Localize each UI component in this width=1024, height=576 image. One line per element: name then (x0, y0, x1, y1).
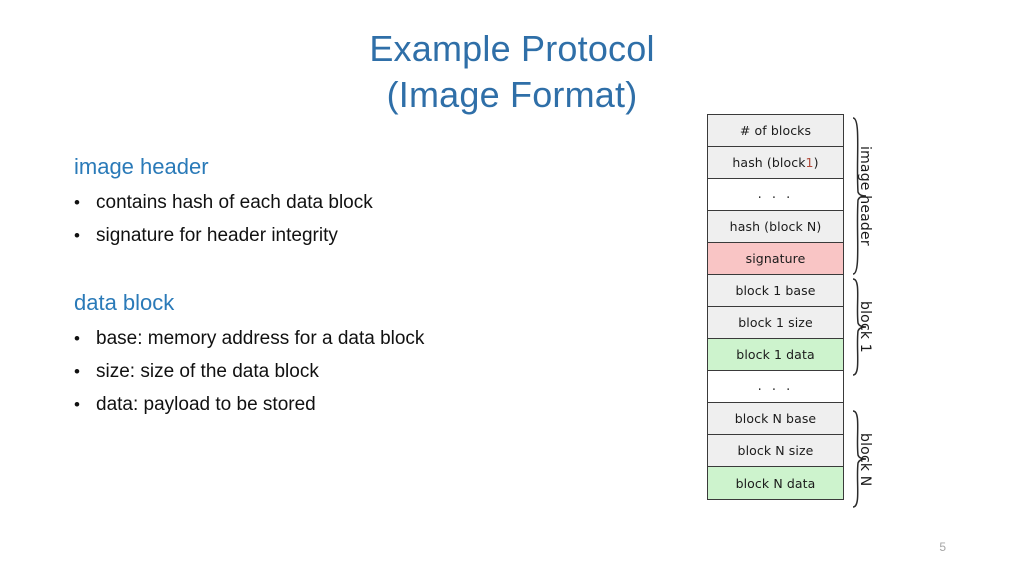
format-row: block N base (708, 403, 843, 435)
bullet-item: • base: memory address for a data block (74, 322, 654, 355)
format-row: # of blocks (708, 115, 843, 147)
group-heading-data-block: data block (74, 290, 175, 315)
bullet-text: contains hash of each data block (96, 192, 373, 213)
format-row: block 1 data (708, 339, 843, 371)
brace-label: image header (857, 146, 873, 246)
bullet-dot-icon: • (74, 329, 80, 348)
page-number: 5 (939, 540, 946, 554)
format-row: block N data (708, 467, 843, 499)
block-index-accent: 1 (805, 155, 814, 170)
content-group-image-header: image header • contains hash of each dat… (74, 152, 654, 252)
brace-label: block 1 (857, 301, 873, 353)
bullet-item: • size: size of the data block (74, 355, 654, 388)
bullet-item: • signature for header integrity (74, 219, 654, 252)
bullet-text: signature for header integrity (96, 225, 338, 246)
format-table: # of blocks hash (block 1). . . hash (bloc… (707, 114, 844, 500)
format-row: hash (block 1) (708, 147, 843, 179)
format-row: signature (708, 243, 843, 275)
page-title: Example Protocol (Image Format) (0, 26, 1024, 118)
bullet-dot-icon: • (74, 226, 80, 245)
format-row: block 1 base (708, 275, 843, 307)
bullet-dot-icon: • (74, 362, 80, 381)
format-row: block N size (708, 435, 843, 467)
bullet-text: data: payload to be stored (96, 394, 316, 415)
image-format-diagram: # of blocks hash (block 1). . . hash (bloc… (707, 114, 1007, 514)
content-body: image header • contains hash of each dat… (74, 152, 654, 443)
group-heading-image-header: image header (74, 154, 209, 179)
bullet-text: base: memory address for a data block (96, 328, 425, 349)
brace-label: block N (857, 432, 873, 486)
bullet-item: • contains hash of each data block (74, 186, 654, 219)
bullet-text: size: size of the data block (96, 361, 319, 382)
format-row: . . . (708, 371, 843, 403)
bullet-item: • data: payload to be stored (74, 388, 654, 421)
content-group-data-block: data block • base: memory address for a … (74, 288, 654, 421)
format-row: . . . (708, 179, 843, 211)
page-title-line-1: Example Protocol (369, 28, 655, 69)
format-row: block 1 size (708, 307, 843, 339)
bullet-dot-icon: • (74, 193, 80, 212)
page-title-line-2: (Image Format) (386, 74, 638, 115)
bullet-dot-icon: • (74, 395, 80, 414)
format-row: hash (block N) (708, 211, 843, 243)
